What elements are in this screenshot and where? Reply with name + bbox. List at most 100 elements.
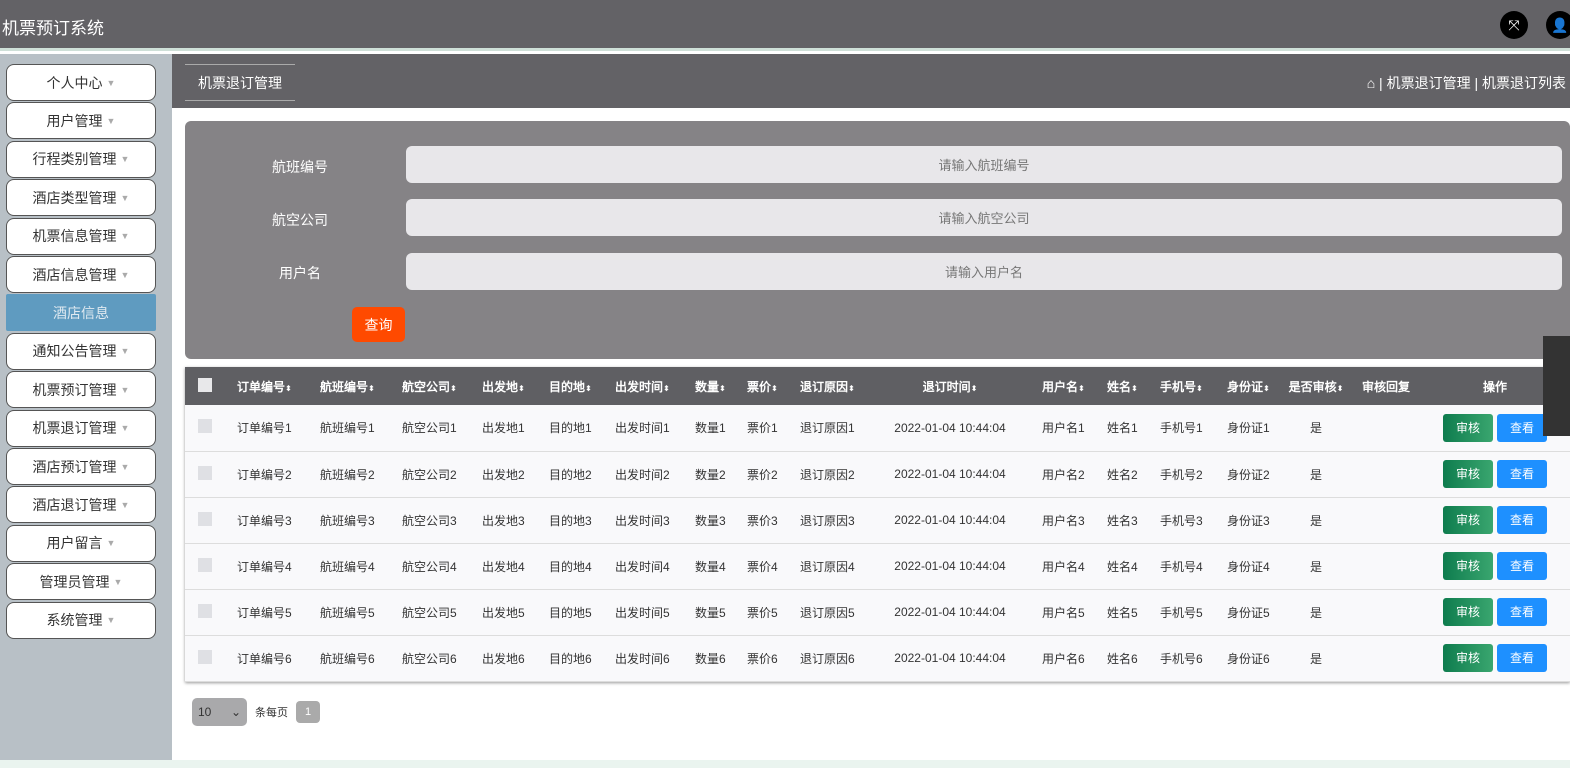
sidebar-item[interactable]: 行程类别管理 ▼ xyxy=(6,140,156,178)
sort-icon[interactable]: ⬍ xyxy=(450,384,457,393)
sidebar-item[interactable]: 用户留言 ▼ xyxy=(6,524,156,562)
column-header[interactable]: 出发时间⬍ xyxy=(603,367,683,405)
table-cell: 订单编号1 xyxy=(225,405,308,452)
column-header[interactable]: 退订时间⬍ xyxy=(870,367,1030,405)
sidebar-item[interactable]: 个人中心 ▼ xyxy=(6,64,156,101)
audit-button[interactable]: 审核 xyxy=(1443,552,1493,580)
sidebar-item[interactable]: 酒店类型管理 ▼ xyxy=(6,179,156,217)
sort-icon[interactable]: ⬍ xyxy=(1196,384,1203,393)
row-checkbox[interactable] xyxy=(185,589,225,636)
caret-down-icon: ▼ xyxy=(120,192,130,203)
sort-icon[interactable]: ⬍ xyxy=(719,384,726,393)
sidebar-item[interactable]: 系统管理 ▼ xyxy=(6,601,156,639)
fullscreen-icon[interactable]: ⤧ xyxy=(1500,11,1528,39)
table-cell: 出发地2 xyxy=(470,451,537,498)
side-panel-handle[interactable] xyxy=(1543,336,1570,436)
sort-icon[interactable]: ⬍ xyxy=(368,384,375,393)
column-header[interactable]: 数量⬍ xyxy=(683,367,735,405)
airline-input[interactable]: 请输入航空公司 xyxy=(406,199,1562,236)
view-button[interactable]: 查看 xyxy=(1497,598,1547,626)
column-header[interactable]: 订单编号⬍ xyxy=(225,367,308,405)
sidebar-item[interactable]: 酒店退订管理 ▼ xyxy=(6,486,156,524)
table-cell: 2022-01-04 10:44:04 xyxy=(870,635,1030,682)
sidebar-item[interactable]: 酒店信息 xyxy=(6,294,156,332)
table-cell: 出发地5 xyxy=(470,589,537,636)
column-header[interactable]: 身份证⬍ xyxy=(1215,367,1282,405)
row-checkbox[interactable] xyxy=(185,451,225,498)
audit-button[interactable]: 审核 xyxy=(1443,598,1493,626)
table-cell: 出发地3 xyxy=(470,497,537,544)
sort-icon[interactable]: ⬍ xyxy=(518,384,525,393)
row-checkbox[interactable] xyxy=(185,635,225,682)
column-header[interactable]: 退订原因⬍ xyxy=(788,367,870,405)
column-header[interactable]: 姓名⬍ xyxy=(1095,367,1148,405)
table-cell: 用户名4 xyxy=(1030,543,1095,590)
view-button[interactable]: 查看 xyxy=(1497,552,1547,580)
column-header[interactable]: 手机号⬍ xyxy=(1148,367,1215,405)
table-cell: 票价1 xyxy=(735,405,788,452)
sidebar-item[interactable]: 机票预订管理 ▼ xyxy=(6,371,156,409)
page-tab[interactable]: 机票退订管理 xyxy=(185,64,295,101)
view-button[interactable]: 查看 xyxy=(1497,413,1547,442)
sort-icon[interactable]: ⬍ xyxy=(971,384,978,393)
table-cell: 身份证1 xyxy=(1215,405,1282,452)
column-header[interactable]: 航班编号⬍ xyxy=(308,367,390,405)
audit-button[interactable]: 审核 xyxy=(1443,644,1493,672)
username-input[interactable]: 请输入用户名 xyxy=(406,253,1562,290)
table-cell: 航班编号6 xyxy=(308,635,390,682)
table-cell: 手机号2 xyxy=(1148,451,1215,498)
sidebar-item[interactable]: 通知公告管理 ▼ xyxy=(6,332,156,370)
column-header[interactable]: 目的地⬍ xyxy=(537,367,603,405)
flight-no-input[interactable]: 请输入航班编号 xyxy=(406,146,1562,183)
page-size-select[interactable]: 10 ⌄ xyxy=(192,698,247,726)
table-cell: 出发地1 xyxy=(470,405,537,452)
row-checkbox[interactable] xyxy=(185,405,225,452)
table-cell: 身份证2 xyxy=(1215,451,1282,498)
sort-icon[interactable]: ⬍ xyxy=(285,384,292,393)
user-icon[interactable]: 👤 xyxy=(1546,11,1570,39)
sort-icon[interactable]: ⬍ xyxy=(848,384,855,393)
row-checkbox[interactable] xyxy=(185,543,225,590)
column-label: 航空公司 xyxy=(402,379,451,394)
sort-icon[interactable]: ⬍ xyxy=(1263,384,1270,393)
row-checkbox[interactable] xyxy=(185,497,225,544)
view-button[interactable]: 查看 xyxy=(1497,506,1547,534)
query-button[interactable]: 查询 xyxy=(352,307,405,342)
view-button[interactable]: 查看 xyxy=(1497,644,1547,672)
caret-down-icon: ▼ xyxy=(120,384,130,395)
airline-label: 航空公司 xyxy=(272,212,328,228)
sort-icon[interactable]: ⬍ xyxy=(663,384,670,393)
column-label: 审核回复 xyxy=(1362,379,1411,394)
sidebar-item[interactable]: 管理员管理 ▼ xyxy=(6,563,156,601)
sort-icon[interactable]: ⬍ xyxy=(585,384,592,393)
audit-button[interactable]: 审核 xyxy=(1443,460,1493,488)
table-cell: 航班编号3 xyxy=(308,497,390,544)
sidebar-item[interactable]: 用户管理 ▼ xyxy=(6,102,156,140)
table-cell: 航空公司4 xyxy=(390,543,470,590)
audit-button[interactable]: 审核 xyxy=(1443,413,1493,442)
table-cell: 数量6 xyxy=(683,635,735,682)
sidebar-item[interactable]: 机票信息管理 ▼ xyxy=(6,217,156,255)
home-icon[interactable]: ⌂ xyxy=(1367,75,1375,91)
sidebar-item[interactable]: 机票退订管理 ▼ xyxy=(6,409,156,447)
select-all-checkbox[interactable] xyxy=(185,367,225,405)
column-label: 航班编号 xyxy=(320,379,369,394)
column-header[interactable]: 是否审核⬍ xyxy=(1282,367,1350,405)
sort-icon[interactable]: ⬍ xyxy=(771,384,778,393)
table-cell: 目的地6 xyxy=(537,635,603,682)
column-header[interactable]: 出发地⬍ xyxy=(470,367,537,405)
column-header[interactable]: 票价⬍ xyxy=(735,367,788,405)
sort-icon[interactable]: ⬍ xyxy=(1078,384,1085,393)
sort-icon[interactable]: ⬍ xyxy=(1337,384,1344,393)
column-header[interactable]: 用户名⬍ xyxy=(1030,367,1095,405)
sidebar-item[interactable]: 酒店信息管理 ▼ xyxy=(6,256,156,293)
sort-icon[interactable]: ⬍ xyxy=(1131,384,1138,393)
column-header[interactable]: 航空公司⬍ xyxy=(390,367,470,405)
table-cell: 数量5 xyxy=(683,589,735,636)
actions-cell: 审核 查看 xyxy=(1420,497,1570,544)
page-number-button[interactable]: 1 xyxy=(296,701,320,723)
audit-button[interactable]: 审核 xyxy=(1443,506,1493,534)
table-cell: 是 xyxy=(1282,635,1350,682)
sidebar-item[interactable]: 酒店预订管理 ▼ xyxy=(6,448,156,485)
view-button[interactable]: 查看 xyxy=(1497,460,1547,488)
